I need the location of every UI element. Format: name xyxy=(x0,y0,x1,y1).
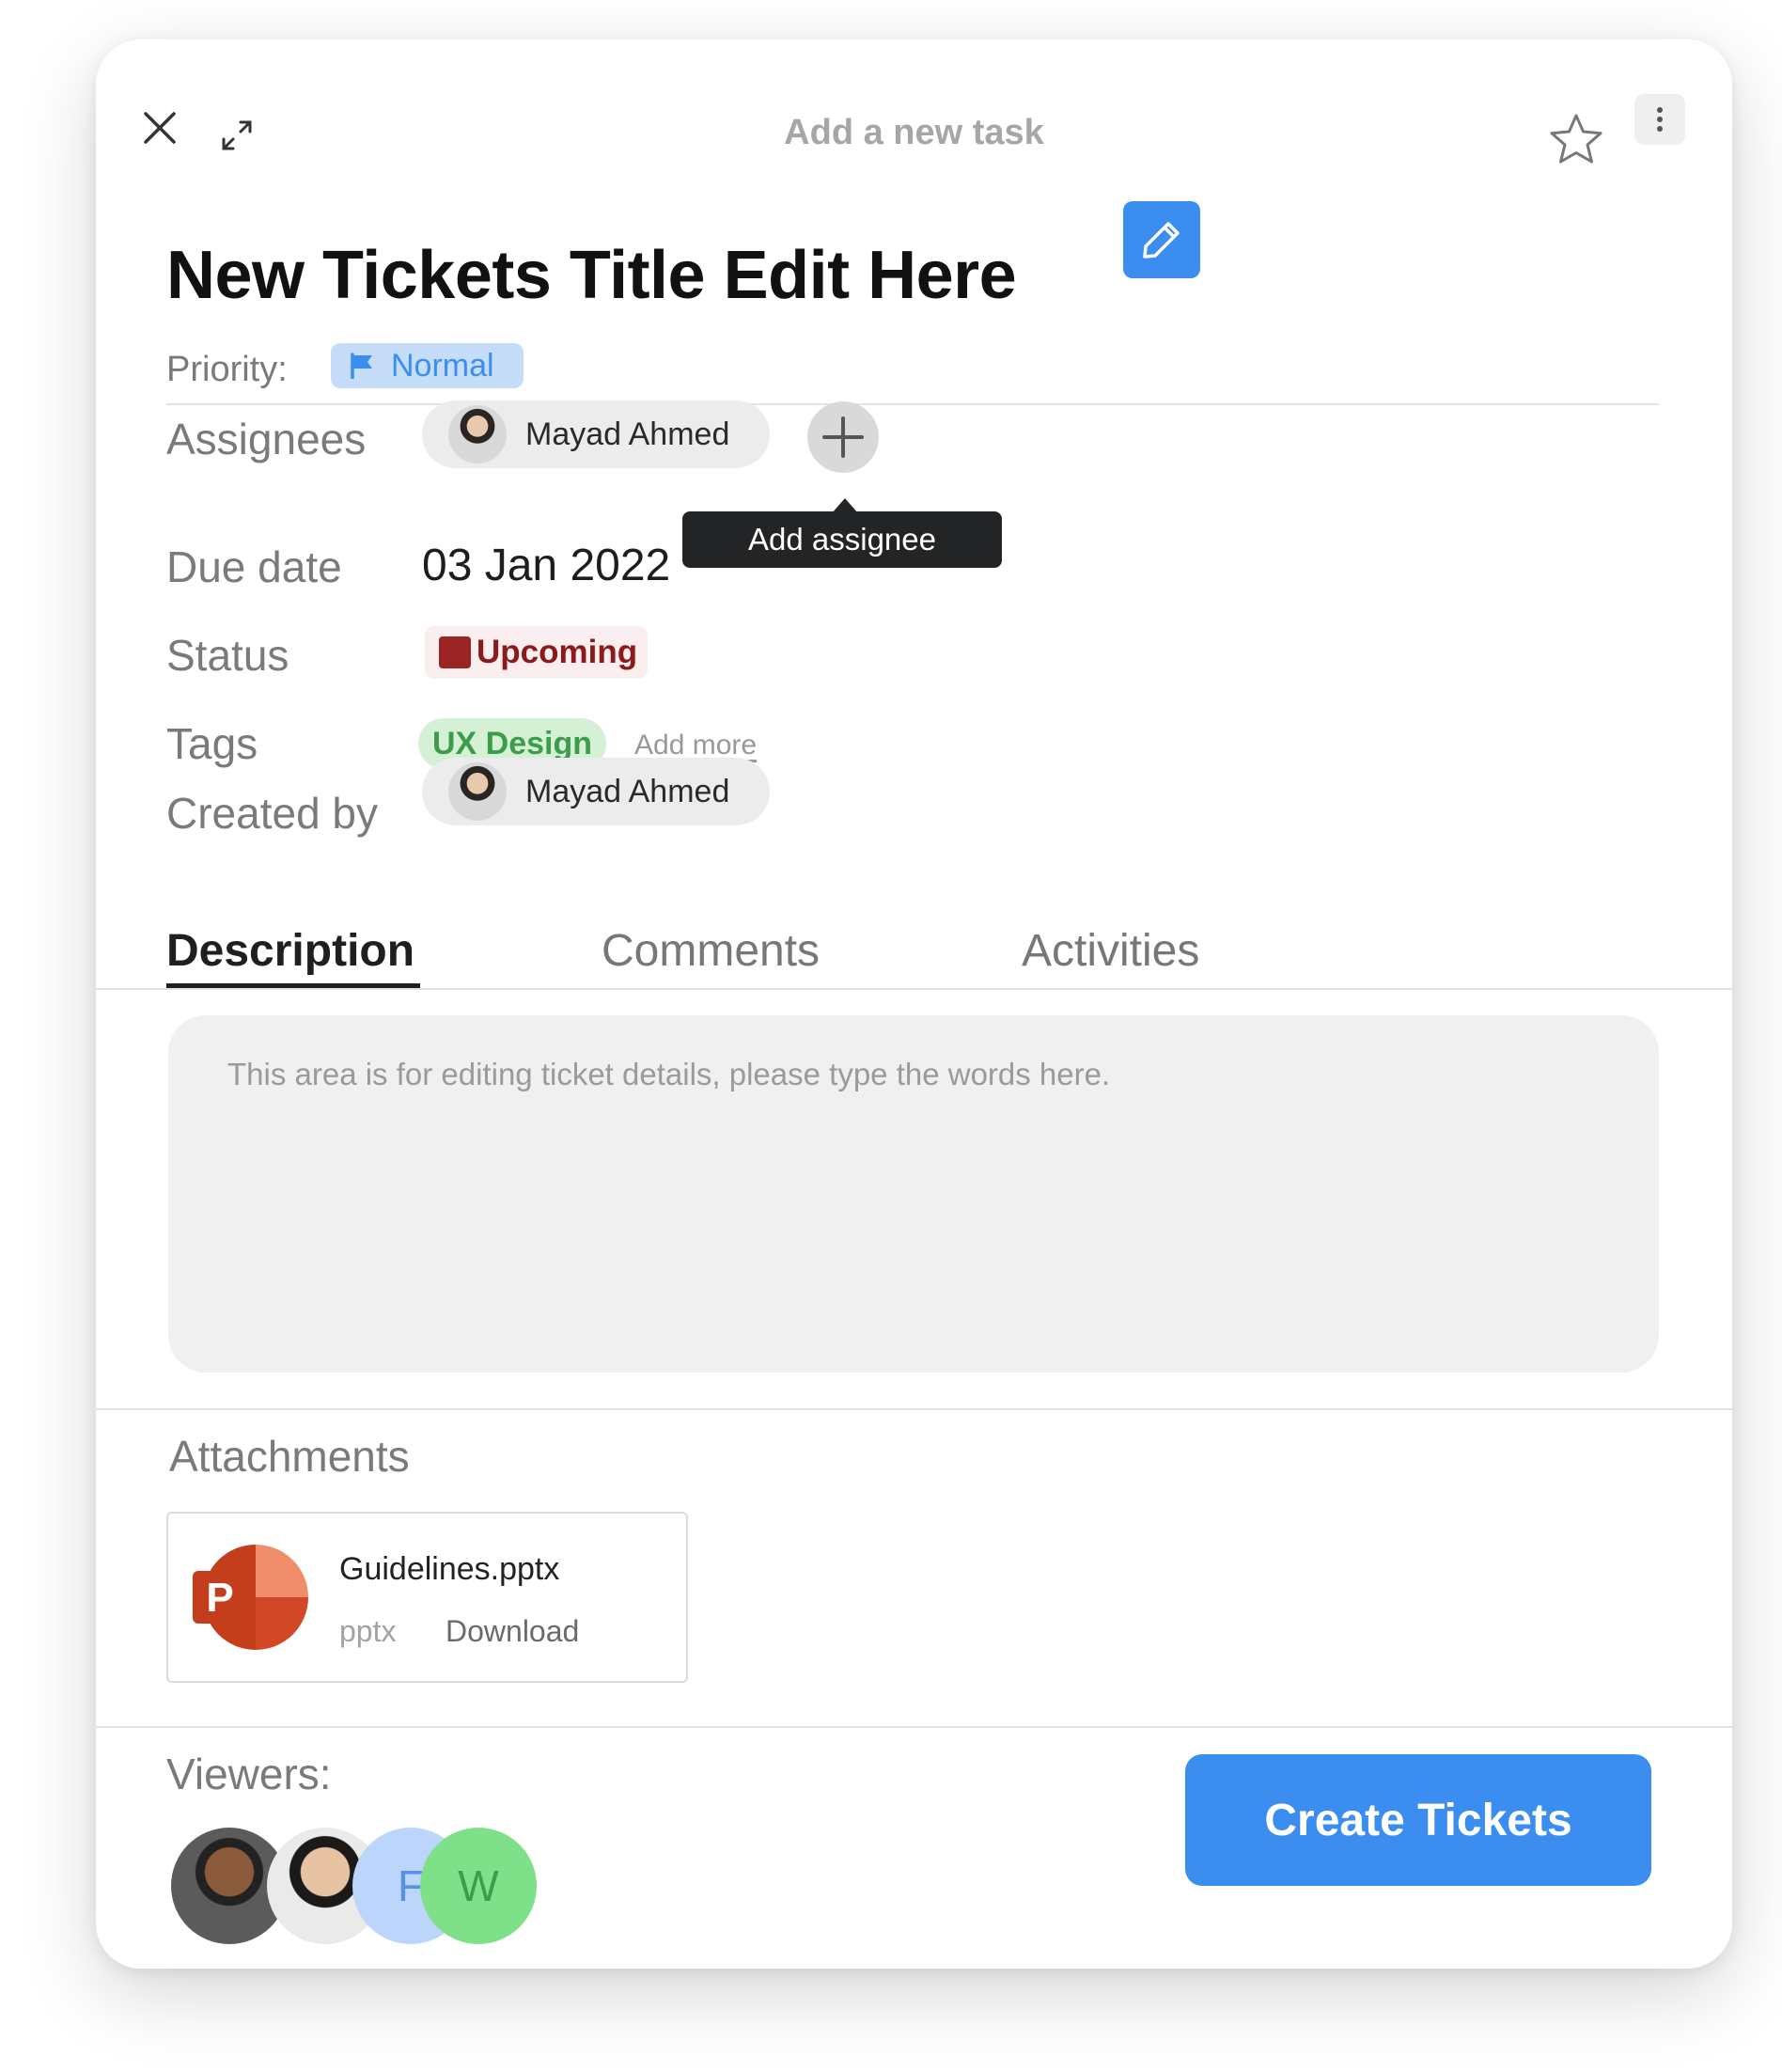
viewer-avatar[interactable]: W xyxy=(420,1828,537,1944)
created-by-label: Created by xyxy=(166,789,379,838)
assignees-label: Assignees xyxy=(166,415,367,463)
pencil-icon xyxy=(1143,222,1180,259)
attachment-card[interactable]: P Guidelines.pptx pptx Download xyxy=(166,1512,688,1683)
more-options-button[interactable] xyxy=(1634,94,1685,145)
creator-chip[interactable]: Mayad Ahmed xyxy=(422,758,770,825)
avatar xyxy=(448,405,507,463)
flag-icon xyxy=(351,353,372,379)
more-vertical-icon xyxy=(1657,107,1663,132)
status-label: Status xyxy=(166,631,289,680)
attachments-title: Attachments xyxy=(169,1432,410,1481)
tab-description[interactable]: Description xyxy=(166,925,414,977)
svg-text:P: P xyxy=(206,1575,233,1621)
tab-activities[interactable]: Activities xyxy=(1022,925,1199,977)
status-value: Upcoming xyxy=(477,634,638,670)
avatar xyxy=(448,762,507,821)
dialog-title: Add a new task xyxy=(784,113,1044,152)
divider xyxy=(96,988,1732,990)
status-color-icon xyxy=(439,636,471,668)
divider xyxy=(166,403,1659,405)
download-link[interactable]: Download xyxy=(446,1614,579,1649)
tags-label: Tags xyxy=(166,719,258,768)
priority-badge[interactable]: Normal xyxy=(331,343,524,388)
assignee-chip[interactable]: Mayad Ahmed xyxy=(422,400,770,468)
powerpoint-icon: P xyxy=(193,1545,308,1650)
viewers-label: Viewers: xyxy=(166,1750,332,1798)
plus-icon xyxy=(822,416,864,458)
star-icon[interactable] xyxy=(1548,111,1604,167)
status-badge[interactable]: Upcoming xyxy=(425,626,648,679)
due-date-label: Due date xyxy=(166,542,342,591)
due-date-value[interactable]: 03 Jan 2022 xyxy=(422,540,670,591)
divider xyxy=(96,1408,1732,1410)
tab-comments[interactable]: Comments xyxy=(602,925,820,977)
create-task-dialog: Add a new task New Tickets Title Edit He… xyxy=(96,39,1732,1969)
priority-value: Normal xyxy=(391,347,494,384)
priority-label: Priority: xyxy=(166,350,288,389)
attachment-file-type: pptx xyxy=(339,1614,397,1648)
attachment-file-name: Guidelines.pptx xyxy=(339,1551,560,1587)
add-assignee-button[interactable] xyxy=(807,401,879,473)
creator-name: Mayad Ahmed xyxy=(525,773,730,809)
edit-title-button[interactable] xyxy=(1123,201,1200,278)
ticket-title[interactable]: New Tickets Title Edit Here xyxy=(166,237,1017,314)
create-tickets-button[interactable]: Create Tickets xyxy=(1185,1754,1651,1886)
add-more-tags-link[interactable]: Add more xyxy=(634,730,757,761)
assignee-name: Mayad Ahmed xyxy=(525,416,730,452)
description-textarea[interactable] xyxy=(168,1015,1659,1373)
add-assignee-tooltip: Add assignee xyxy=(682,511,1002,568)
divider xyxy=(96,1726,1732,1728)
